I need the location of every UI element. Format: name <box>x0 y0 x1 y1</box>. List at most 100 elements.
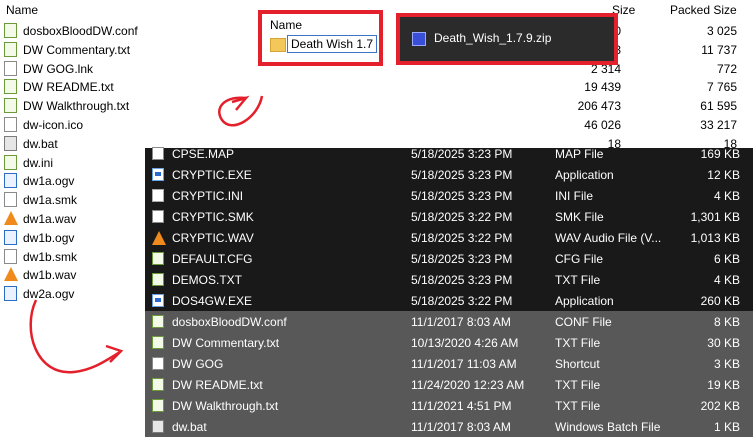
document-icon <box>4 192 17 208</box>
archive-row-name: DW Walkthrough.txt <box>23 99 130 114</box>
archive-row-name: dw1b.wav <box>23 268 77 283</box>
ini-icon <box>152 189 164 202</box>
column-packed-size[interactable]: Packed Size <box>670 3 737 17</box>
document-icon <box>152 210 164 223</box>
notepad-icon <box>4 154 17 170</box>
zip-file-name[interactable]: Death_Wish_1.7.9.zip <box>434 31 551 45</box>
explorer-row-type: Windows Batch File <box>555 420 661 434</box>
explorer-row-type: MAP File <box>555 147 604 161</box>
explorer-row[interactable]: DOS4GW.EXE 5/18/2025 3:22 PM Application 26… <box>145 290 753 311</box>
archive-row[interactable]: DW Walkthrough.txt 206 473 61 595 <box>0 96 753 115</box>
video-icon <box>4 229 17 245</box>
batch-icon <box>4 135 17 151</box>
explorer-row-date: 5/18/2025 3:23 PM <box>411 147 513 161</box>
explorer-row-type: CONF File <box>555 315 612 329</box>
notepad-icon <box>152 252 164 265</box>
document-icon <box>152 147 164 160</box>
explorer-row-name: CRYPTIC.EXE <box>172 168 252 182</box>
explorer-row-type: CFG File <box>555 252 603 266</box>
document-icon <box>4 60 17 76</box>
notepad-icon <box>4 41 17 57</box>
explorer-row-date: 5/18/2025 3:23 PM <box>411 252 513 266</box>
explorer-row[interactable]: CRYPTIC.WAV 5/18/2025 3:22 PM WAV Audio Fi… <box>145 227 753 248</box>
explorer-row-size: 12 KB <box>707 168 740 182</box>
archive-row-name: dw1a.wav <box>23 212 77 226</box>
explorer-row-size: 169 KB <box>700 147 740 161</box>
explorer-row-date: 11/1/2017 11:03 AM <box>411 357 517 371</box>
archive-row-name: dw.bat <box>23 136 58 151</box>
explorer-row-name: DW GOG <box>172 357 224 371</box>
archive-row[interactable]: DW README.txt 19 439 7 765 <box>0 77 753 96</box>
explorer-row[interactable]: dosboxBloodDW.conf 11/1/2017 8:03 AM CONF … <box>145 311 753 332</box>
video-icon <box>4 286 17 302</box>
explorer-row-size: 4 KB <box>713 273 740 287</box>
notepad-icon <box>4 79 17 95</box>
explorer-row-type: Application <box>555 294 614 308</box>
archive-row-size: 206 473 <box>577 99 621 114</box>
explorer-row-type: WAV Audio File (V... <box>555 231 662 245</box>
vlc-icon <box>4 267 18 282</box>
explorer-row-size: 3 KB <box>713 357 740 371</box>
explorer-row-size: 19 KB <box>707 378 740 392</box>
explorer-row-size: 1,301 KB <box>690 210 740 224</box>
explorer-row-name: dosboxBloodDW.conf <box>172 315 287 329</box>
archive-row-name: dw1a.ogv <box>23 174 75 189</box>
shortcut-icon <box>152 357 164 370</box>
folder-name-field[interactable]: Death Wish 1.7 <box>287 35 378 53</box>
zip-archive-icon <box>412 32 426 46</box>
explorer-row-date: 5/18/2025 3:23 PM <box>411 273 513 287</box>
explorer-row-date: 5/18/2025 3:22 PM <box>411 210 513 224</box>
explorer-row[interactable]: CPSE.MAP 5/18/2025 3:23 PM MAP File 169 KB <box>145 143 753 164</box>
explorer-row-date: 10/13/2020 4:26 AM <box>411 336 519 350</box>
explorer-row-type: INI File <box>555 189 594 203</box>
vlc-icon <box>4 211 18 225</box>
explorer-row-name: DOS4GW.EXE <box>172 294 253 308</box>
archive-row-packed-size: 33 217 <box>700 118 737 132</box>
explorer-row-size: 4 KB <box>713 189 740 203</box>
explorer-row-date: 11/24/2020 12:23 AM <box>411 378 525 392</box>
explorer-row[interactable]: CRYPTIC.SMK 5/18/2025 3:22 PM SMK File 1,30… <box>145 206 753 227</box>
archive-row-packed-size: 772 <box>716 61 737 76</box>
explorer-row[interactable]: CRYPTIC.EXE 5/18/2025 3:23 PM Application 1… <box>145 164 753 185</box>
explorer-row[interactable]: DW Walkthrough.txt 11/1/2021 4:51 PM TXT F… <box>145 395 753 416</box>
exe-icon <box>152 294 164 307</box>
explorer-row[interactable]: DEFAULT.CFG 5/18/2025 3:23 PM CFG File 6 KB <box>145 248 753 269</box>
archive-row-packed-size: 11 737 <box>701 42 737 57</box>
explorer-row-name: CPSE.MAP <box>172 147 235 161</box>
column-name[interactable]: Name <box>6 3 38 17</box>
notepad-icon <box>152 378 164 391</box>
folder-icon <box>270 38 286 52</box>
explorer-row[interactable]: DW README.txt 11/24/2020 12:23 AM TXT File… <box>145 374 753 395</box>
explorer-row-type: TXT File <box>555 378 601 392</box>
archive-row-name: dw-icon.ico <box>23 118 84 132</box>
explorer-row[interactable]: DW GOG 11/1/2017 11:03 AM Shortcut 3 KB <box>145 353 753 374</box>
explorer-row[interactable]: DEMOS.TXT 5/18/2025 3:23 PM TXT File 4 KB <box>145 269 753 290</box>
explorer-row-name: DEMOS.TXT <box>172 273 243 287</box>
archive-row[interactable]: dw-icon.ico 46 026 33 217 <box>0 115 753 134</box>
explorer-row-name: CRYPTIC.SMK <box>172 210 254 224</box>
document-icon <box>4 248 17 264</box>
explorer-row-size: 6 KB <box>713 252 740 266</box>
explorer-row-type: TXT File <box>555 336 601 350</box>
notepad-icon <box>152 315 164 328</box>
archive-row-name: dw1a.smk <box>23 193 78 208</box>
explorer-row-type: TXT File <box>555 399 601 413</box>
exe-icon <box>152 168 164 181</box>
explorer-row-size: 202 KB <box>700 399 740 413</box>
folder-header-highlight: Name Death Wish 1.7 <box>258 10 383 66</box>
explorer-row-size: 1 KB <box>713 420 740 434</box>
explorer-row[interactable]: dw.bat 11/1/2017 8:03 AM Windows Batch Fil… <box>145 416 753 437</box>
video-icon <box>4 173 17 189</box>
explorer-row-size: 8 KB <box>713 315 740 329</box>
notepad-icon <box>152 399 164 412</box>
explorer-row[interactable]: CRYPTIC.INI 5/18/2025 3:23 PM INI File 4 KB <box>145 185 753 206</box>
explorer-row-size: 1,013 KB <box>690 231 740 245</box>
archive-row-name: dw.ini <box>23 155 54 170</box>
explorer-row-name: dw.bat <box>172 420 207 434</box>
explorer-row-name: DW README.txt <box>172 378 263 392</box>
vlc-icon <box>152 231 166 245</box>
folder-header-label: Name <box>270 18 303 32</box>
explorer-row[interactable]: DW Commentary.txt 10/13/2020 4:26 AM TXT F… <box>145 332 753 353</box>
explorer-row-date: 11/1/2017 8:03 AM <box>411 420 511 434</box>
explorer-row-date: 11/1/2021 4:51 PM <box>411 399 512 413</box>
